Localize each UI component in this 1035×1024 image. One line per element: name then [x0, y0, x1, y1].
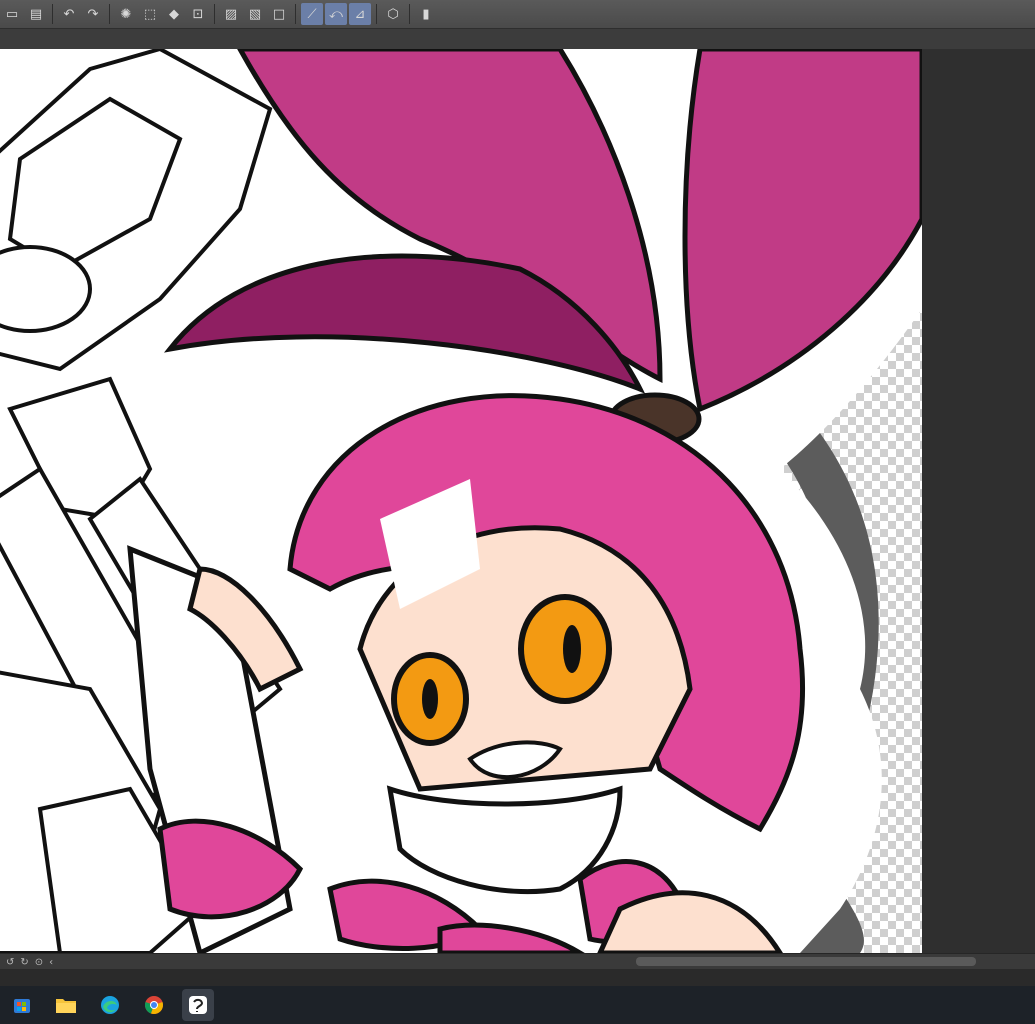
- rotate-left-icon[interactable]: ↺: [6, 957, 14, 968]
- toolbar-separator: [376, 4, 377, 24]
- select-icon[interactable]: ⬚: [139, 3, 161, 25]
- horizontal-scrollbar[interactable]: [636, 957, 976, 966]
- toolbar-separator: [214, 4, 215, 24]
- status-strip: [0, 969, 1035, 986]
- device-icon[interactable]: ▮: [415, 3, 437, 25]
- loading-icon[interactable]: ✺: [115, 3, 137, 25]
- artwork: [0, 49, 922, 953]
- save-icon[interactable]: ▤: [25, 3, 47, 25]
- canvas-tab-strip: [0, 29, 1035, 49]
- 3d-icon[interactable]: ⬡: [382, 3, 404, 25]
- right-gutter: [922, 49, 1035, 953]
- fill-icon[interactable]: ◆: [163, 3, 185, 25]
- rotate-right-icon[interactable]: ↻: [20, 957, 28, 968]
- file-explorer-icon[interactable]: [50, 989, 82, 1021]
- curve-ruler-icon[interactable]: ⤺: [325, 3, 347, 25]
- store-icon[interactable]: [6, 989, 38, 1021]
- toolbar-separator: [52, 4, 53, 24]
- reset-rotation-icon[interactable]: ⊙: [35, 957, 43, 968]
- lasso-icon[interactable]: ▨: [220, 3, 242, 25]
- drawing-canvas[interactable]: [0, 49, 922, 953]
- canvas-area[interactable]: [0, 49, 1035, 953]
- main-toolbar: ▭ ▤ ↶ ↷ ✺ ⬚ ◆ ⊡ ▨ ▧ □ ⟋ ⤺ ⊿ ⬡ ▮: [0, 0, 1035, 29]
- transform-icon[interactable]: ⊡: [187, 3, 209, 25]
- left-pupil: [422, 679, 438, 719]
- undo-icon[interactable]: ↶: [58, 3, 80, 25]
- scroll-left-icon[interactable]: ‹: [49, 957, 53, 968]
- windows-taskbar: [0, 986, 1035, 1024]
- right-pupil: [563, 625, 581, 673]
- edge-browser-icon[interactable]: [94, 989, 126, 1021]
- perspective-ruler-icon[interactable]: ⊿: [349, 3, 371, 25]
- toolbar-separator: [109, 4, 110, 24]
- navigator-bar: ↺ ↻ ⊙ ‹: [0, 953, 1035, 970]
- pen-ruler-icon[interactable]: ⟋: [301, 3, 323, 25]
- redo-icon[interactable]: ↷: [82, 3, 104, 25]
- toolbar-separator: [409, 4, 410, 24]
- clip-studio-icon[interactable]: [182, 989, 214, 1021]
- crop-icon[interactable]: □: [268, 3, 290, 25]
- toolbar-separator: [295, 4, 296, 24]
- chrome-icon[interactable]: [138, 989, 170, 1021]
- new-doc-icon[interactable]: ▭: [1, 3, 23, 25]
- rect-select-icon[interactable]: ▧: [244, 3, 266, 25]
